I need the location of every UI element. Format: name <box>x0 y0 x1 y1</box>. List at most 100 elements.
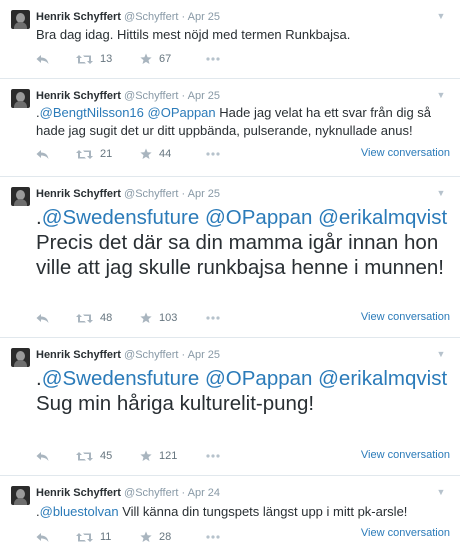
more-button[interactable] <box>206 310 220 326</box>
author-name[interactable]: Henrik Schyffert <box>36 90 121 102</box>
favorite-count: 67 <box>159 53 172 65</box>
favorite-button[interactable]: 44 <box>140 146 171 162</box>
tweet-time[interactable]: Apr 25 <box>188 349 220 361</box>
author-handle[interactable]: @Schyffert <box>124 11 178 23</box>
author-name[interactable]: Henrik Schyffert <box>36 349 121 361</box>
separator-dot: · <box>181 11 186 23</box>
author-handle[interactable]: @Schyffert <box>124 90 178 102</box>
retweet-count: 45 <box>100 450 113 462</box>
retweet-button[interactable]: 48 <box>76 310 112 326</box>
tweet-header: Henrik Schyffert @Schyffert · Apr 25 <box>36 89 220 103</box>
reply-button[interactable] <box>36 51 49 67</box>
mention-link[interactable]: @erikalmqvist <box>318 367 447 390</box>
reply-icon <box>36 149 49 159</box>
tweet[interactable]: Henrik Schyffert @Schyffert · Apr 25 ▼ .… <box>0 79 460 177</box>
tweet[interactable]: Henrik Schyffert @Schyffert · Apr 24 ▼ .… <box>0 476 460 558</box>
tweet-text-body: Sug min håriga kulturelit-pung! <box>36 392 315 415</box>
reply-icon <box>36 54 49 64</box>
mention-link[interactable]: @Swedensfuture <box>42 367 200 390</box>
reply-icon <box>36 313 49 323</box>
separator-dot: · <box>181 188 186 200</box>
tweet-text: .@bluestolvan Vill känna din tungspets l… <box>36 503 450 521</box>
star-icon <box>140 53 152 64</box>
retweet-button[interactable]: 11 <box>76 529 111 545</box>
mention-link[interactable]: @Swedensfuture <box>42 206 200 229</box>
favorite-button[interactable]: 121 <box>140 448 177 464</box>
view-conversation-link[interactable]: View conversation <box>361 527 450 539</box>
more-button[interactable] <box>206 448 220 464</box>
more-button[interactable] <box>206 146 220 162</box>
reply-button[interactable] <box>36 529 49 545</box>
retweet-button[interactable]: 13 <box>76 51 112 67</box>
avatar[interactable] <box>11 187 30 206</box>
author-handle[interactable]: @Schyffert <box>124 188 178 200</box>
tweet-text-body: Vill känna din tungspets längst upp i mi… <box>122 504 408 519</box>
view-conversation-link[interactable]: View conversation <box>361 449 450 461</box>
reply-button[interactable] <box>36 146 49 162</box>
more-button[interactable] <box>206 529 220 545</box>
tweet-header: Henrik Schyffert @Schyffert · Apr 24 <box>36 486 220 500</box>
tweet-text: .@Swedensfuture @OPappan @erikalmqvist S… <box>36 366 450 416</box>
tweet-text-body: Precis det där sa din mamma igår innan h… <box>36 231 444 279</box>
tweet-header: Henrik Schyffert @Schyffert · Apr 25 <box>36 187 220 201</box>
retweet-button[interactable]: 45 <box>76 448 112 464</box>
retweet-icon <box>76 532 93 542</box>
reply-icon <box>36 532 49 542</box>
tweet[interactable]: Henrik Schyffert @Schyffert · Apr 25 ▼ B… <box>0 0 460 79</box>
favorite-button[interactable]: 67 <box>140 51 171 67</box>
tweet-header: Henrik Schyffert @Schyffert · Apr 25 <box>36 348 220 362</box>
retweet-count: 11 <box>100 531 112 543</box>
mention-link[interactable]: @erikalmqvist <box>318 206 447 229</box>
favorite-count: 121 <box>159 450 178 462</box>
author-name[interactable]: Henrik Schyffert <box>36 188 121 200</box>
author-name[interactable]: Henrik Schyffert <box>36 487 121 499</box>
tweet-header: Henrik Schyffert @Schyffert · Apr 25 <box>36 10 220 24</box>
star-icon <box>140 450 152 461</box>
separator-dot: · <box>181 487 186 499</box>
retweet-icon <box>76 313 93 323</box>
tweet-time[interactable]: Apr 25 <box>188 188 220 200</box>
chevron-down-icon[interactable]: ▼ <box>434 347 448 361</box>
mention-link[interactable]: @OPappan <box>148 105 216 120</box>
author-handle[interactable]: @Schyffert <box>124 487 178 499</box>
tweet[interactable]: Henrik Schyffert @Schyffert · Apr 25 ▼ .… <box>0 177 460 338</box>
mention-link[interactable]: @OPappan <box>205 206 312 229</box>
favorite-button[interactable]: 103 <box>140 310 177 326</box>
reply-button[interactable] <box>36 448 49 464</box>
avatar[interactable] <box>11 486 30 505</box>
more-icon <box>206 535 220 539</box>
retweet-icon <box>76 54 93 64</box>
avatar[interactable] <box>11 89 30 108</box>
author-name[interactable]: Henrik Schyffert <box>36 11 121 23</box>
avatar[interactable] <box>11 10 30 29</box>
reply-button[interactable] <box>36 310 49 326</box>
chevron-down-icon[interactable]: ▼ <box>434 88 448 102</box>
author-handle[interactable]: @Schyffert <box>124 349 178 361</box>
mention-link[interactable]: @bluestolvan <box>40 504 119 519</box>
view-conversation-link[interactable]: View conversation <box>361 311 450 323</box>
chevron-down-icon[interactable]: ▼ <box>434 485 448 499</box>
retweet-button[interactable]: 21 <box>76 146 112 162</box>
favorite-count: 44 <box>159 148 172 160</box>
avatar[interactable] <box>11 348 30 367</box>
chevron-down-icon[interactable]: ▼ <box>434 9 448 23</box>
mention-link[interactable]: @OPappan <box>205 367 312 390</box>
tweet-text: Bra dag idag. Hittils mest nöjd med term… <box>36 26 450 44</box>
mention-link[interactable]: @BengtNilsson16 <box>40 105 144 120</box>
tweet-time[interactable]: Apr 25 <box>188 90 220 102</box>
retweet-icon <box>76 451 93 461</box>
star-icon <box>140 148 152 159</box>
more-button[interactable] <box>206 51 220 67</box>
chevron-down-icon[interactable]: ▼ <box>434 186 448 200</box>
star-icon <box>140 531 152 542</box>
separator-dot: · <box>181 90 186 102</box>
tweet[interactable]: Henrik Schyffert @Schyffert · Apr 25 ▼ .… <box>0 338 460 476</box>
favorite-count: 103 <box>159 312 178 324</box>
tweet-time[interactable]: Apr 24 <box>188 487 220 499</box>
timeline: Henrik Schyffert @Schyffert · Apr 25 ▼ B… <box>0 0 460 558</box>
view-conversation-link[interactable]: View conversation <box>361 147 450 159</box>
tweet-time[interactable]: Apr 25 <box>188 11 220 23</box>
reply-icon <box>36 451 49 461</box>
favorite-button[interactable]: 28 <box>140 529 171 545</box>
more-icon <box>206 57 220 61</box>
